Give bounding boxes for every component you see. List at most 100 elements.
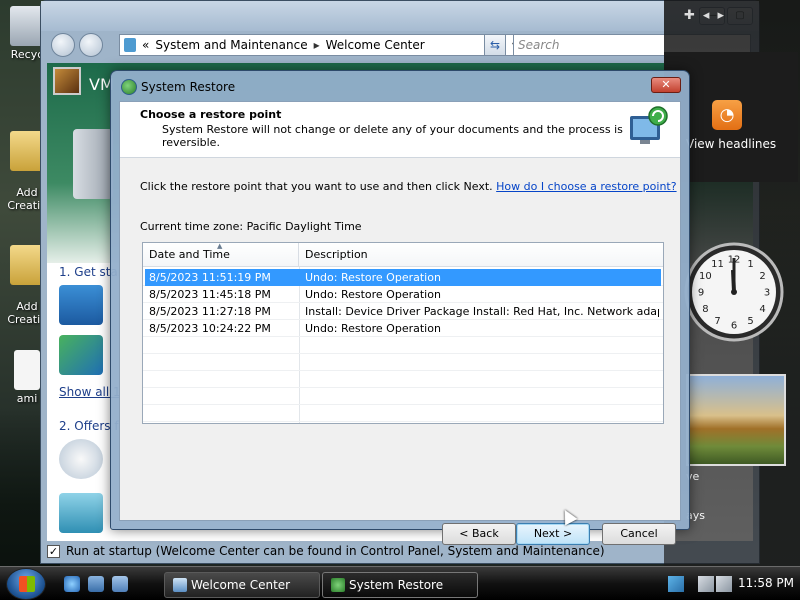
clock-numeral: 1 [747, 259, 753, 270]
clock-numeral: 3 [764, 288, 770, 299]
cell-date-time: 8/5/2023 11:51:19 PM [149, 271, 271, 284]
clock-numeral: 4 [759, 304, 765, 315]
refresh-button[interactable]: ⇆ [484, 34, 506, 56]
network-tray-icon[interactable] [698, 576, 714, 592]
taskbar-button[interactable]: Welcome Center [164, 572, 320, 598]
clock-hour-hand [731, 269, 736, 293]
taskbar-button[interactable]: System Restore [322, 572, 478, 598]
clock-numeral: 2 [759, 271, 765, 282]
next-button[interactable]: Next > [516, 523, 590, 545]
computer-icon [73, 129, 113, 199]
taskbar-button-label: System Restore [349, 578, 444, 592]
close-button[interactable]: ✕ [651, 77, 681, 93]
restore-computer-icon [630, 106, 668, 144]
restore-point-row[interactable]: 8/5/2023 10:24:22 PM Undo: Restore Operat… [145, 320, 661, 337]
show-desktop-icon[interactable] [88, 576, 104, 592]
clock-gadget[interactable]: 121234567891011 [684, 232, 784, 352]
slideshow-gadget-photo[interactable] [686, 374, 786, 466]
system-restore-dialog: System Restore ✕ Choose a restore point … [110, 70, 690, 545]
column-label-description: Description [305, 248, 368, 261]
column-header-date-time[interactable]: ▲ Date and Time [143, 243, 299, 267]
back-button[interactable]: < Back [442, 523, 516, 545]
clock-numeral: 7 [714, 316, 720, 327]
welcome-center-titlebar: — ▢ [41, 1, 759, 31]
close-icon: ✕ [661, 78, 671, 91]
instruction-label: Click the restore point that you want to… [140, 180, 493, 193]
row-gridline [143, 404, 663, 405]
cell-description: Undo: Restore Operation [305, 322, 441, 335]
address-overflow[interactable]: « [142, 38, 149, 52]
row-gridline [143, 370, 663, 371]
clock-numeral: 11 [711, 259, 724, 270]
switch-windows-icon[interactable] [112, 576, 128, 592]
clock-numeral: 5 [747, 316, 753, 327]
rss-icon: ◔ [712, 100, 742, 130]
network-task-icon[interactable] [59, 335, 103, 375]
column-header-description[interactable]: Description [299, 243, 663, 267]
dialog-titlebar[interactable]: System Restore ✕ [111, 71, 689, 101]
clock-numeral: 9 [698, 288, 704, 299]
cell-description: Undo: Restore Operation [305, 271, 441, 284]
basket-icon[interactable] [59, 493, 103, 533]
row-gridline [143, 353, 663, 354]
volume-muted-icon[interactable] [716, 576, 732, 592]
control-panel-icon [124, 38, 136, 52]
windows-logo-icon [19, 576, 35, 592]
welcome-center-side: 1. Get star Show all 1 2. Offers f [47, 263, 123, 533]
folder-icon [10, 245, 44, 285]
restore-point-row[interactable]: 8/5/2023 11:27:18 PM Install: Device Driv… [145, 303, 661, 320]
row-gridline [143, 421, 663, 422]
restore-point-row[interactable]: 8/5/2023 11:51:19 PM Undo: Restore Operat… [145, 269, 661, 286]
taskbar-button-label: Welcome Center [191, 578, 291, 592]
clock-time[interactable]: 11:58 PM [738, 576, 794, 590]
feed-label[interactable]: View headlines [686, 137, 776, 151]
cell-description: Undo: Restore Operation [305, 288, 441, 301]
chevron-right-icon[interactable]: ▸ [314, 38, 320, 52]
computer-task-icon[interactable] [59, 285, 103, 325]
gadget-controls: ✚ ◂ ▸ [684, 8, 724, 23]
cell-date-time: 8/5/2023 10:24:22 PM [149, 322, 271, 335]
address-item-system-maintenance[interactable]: System and Maintenance [155, 38, 307, 52]
instruction-text: Click the restore point that you want to… [140, 180, 677, 193]
address-bar[interactable]: « System and Maintenance ▸ Welcome Cente… [119, 34, 523, 56]
forward-nav-button[interactable] [79, 33, 103, 57]
system-restore-icon [121, 79, 137, 95]
dialog-title: System Restore [141, 80, 236, 94]
welcome-center-icon [173, 578, 187, 592]
prev-gadget-icon[interactable]: ◂ [703, 8, 710, 23]
user-avatar [53, 67, 81, 95]
folder-icon [10, 131, 44, 171]
cell-date-time: 8/5/2023 11:27:18 PM [149, 305, 271, 318]
desktop-icon-label: ami [16, 392, 38, 405]
add-gadget-icon[interactable]: ✚ [684, 8, 695, 23]
document-icon [14, 350, 40, 390]
back-nav-button[interactable] [51, 33, 75, 57]
startup-checkbox[interactable]: ✓ [47, 544, 60, 558]
restore-point-row[interactable]: 8/5/2023 11:45:18 PM Undo: Restore Operat… [145, 286, 661, 303]
recycle-bin-icon [10, 6, 44, 46]
windows-logo-icon[interactable] [59, 439, 103, 479]
list-body: 8/5/2023 11:51:19 PM Undo: Restore Operat… [143, 267, 663, 423]
dialog-heading: Choose a restore point [140, 108, 282, 121]
startup-checkbox-label: Run at startup (Welcome Center can be fo… [66, 544, 605, 558]
cell-date-time: 8/5/2023 11:45:18 PM [149, 288, 271, 301]
security-tray-icon[interactable] [668, 576, 684, 592]
dialog-subheading: System Restore will not change or delete… [162, 123, 623, 149]
help-link[interactable]: How do I choose a restore point? [496, 180, 676, 193]
address-item-welcome-center[interactable]: Welcome Center [326, 38, 425, 52]
clock-numeral: 8 [702, 304, 708, 315]
clock-numeral: 6 [731, 321, 737, 332]
internet-explorer-icon[interactable] [64, 576, 80, 592]
taskbar: Welcome Center System Restore 11:58 PM [0, 566, 800, 600]
cancel-button[interactable]: Cancel [602, 523, 676, 545]
system-restore-icon [331, 578, 345, 592]
timezone-label: Current time zone: Pacific Daylight Time [140, 220, 362, 233]
next-gadget-icon[interactable]: ▸ [717, 8, 724, 23]
desktop-icon-label: Recyc [10, 48, 44, 61]
start-button[interactable] [6, 568, 46, 600]
refresh-icon: ⇆ [489, 38, 501, 52]
list-header: ▲ Date and Time Description [143, 243, 663, 267]
dialog-header: Choose a restore point System Restore wi… [120, 102, 680, 158]
cell-description: Install: Device Driver Package Install: … [305, 305, 659, 318]
restore-point-list[interactable]: ▲ Date and Time Description 8/5/2023 11:… [142, 242, 664, 424]
